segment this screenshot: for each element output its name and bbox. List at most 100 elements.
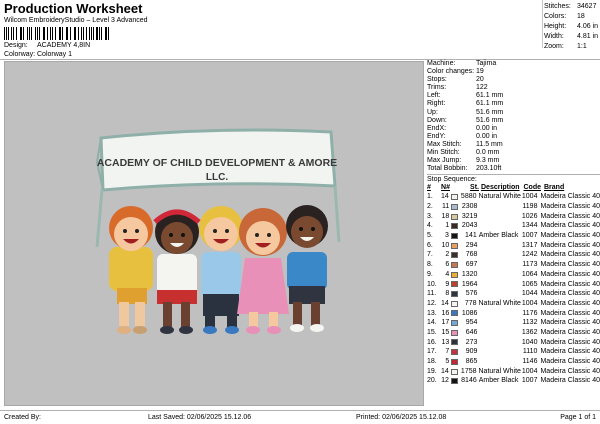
- machine-info-label: Machine:: [427, 60, 456, 67]
- thread-brand: Madeira Classic 40: [540, 261, 600, 269]
- stop-sequence-row: 10. 9 1964 1065 Madeira Classic 40: [427, 280, 600, 290]
- child-figure: [237, 208, 289, 334]
- stitch-count: 294: [465, 241, 478, 249]
- needle-number: 17: [441, 319, 450, 327]
- thread-brand: Madeira Classic 40: [540, 193, 600, 201]
- stat-label: Stitches:: [544, 3, 571, 10]
- stop-sequence-row: 15. 15 646 1362 Madeira Classic 40: [427, 328, 600, 338]
- thread-code: 1004: [521, 367, 538, 375]
- stitch-count: 8146: [461, 377, 477, 385]
- machine-info-row: EndY: 0.00 in: [427, 133, 600, 141]
- stitch-count: 1758: [460, 367, 477, 375]
- design-barcode: [4, 27, 112, 40]
- stat-width: Width: 4.81 in: [544, 32, 598, 42]
- machine-info-row: Trims: 122: [427, 84, 600, 92]
- worksheet-title: Production Worksheet: [4, 1, 143, 16]
- stitch-count: 273: [465, 338, 478, 346]
- last-saved: Last Saved: 02/06/2025 15.12.06: [148, 414, 252, 421]
- machine-info: Machine: Tajima Color changes: 19 Stops: 20 Tr…: [427, 60, 600, 173]
- thread-code: 1026: [521, 212, 538, 220]
- stat-value: 34627: [577, 3, 597, 10]
- stop-sequence-title: Stop Sequence:: [427, 174, 600, 183]
- stop-index: 2.: [427, 203, 433, 210]
- machine-info-row: Down: 51.6 mm: [427, 117, 600, 125]
- stop-index: 10.: [427, 280, 437, 288]
- needle-number: 13: [441, 338, 450, 346]
- stop-index: 11.: [427, 290, 437, 298]
- machine-info-row: Color changes: 19: [427, 68, 600, 76]
- stop-sequence-row: 8. 6 697 1173 Madeira Classic 40: [427, 260, 600, 270]
- machine-info-value: 11.5 mm: [476, 140, 503, 148]
- stitch-count: 865: [465, 358, 478, 365]
- thread-brand: Madeira Classic 40: [540, 377, 600, 385]
- col-description: Description: [481, 184, 520, 192]
- thread-description: Natural White: [478, 367, 521, 375]
- info-panel: Machine: Tajima Color changes: 19 Stops: 20 Tr…: [427, 60, 600, 386]
- design-value: ACADEMY 4,8IN: [37, 42, 91, 49]
- machine-info-label: Min Stitch:: [427, 149, 460, 157]
- machine-info-label: Trims:: [427, 84, 447, 92]
- stop-index: 7.: [427, 251, 433, 259]
- thread-description: Natural White: [478, 299, 521, 307]
- thread-code: 1362: [521, 328, 538, 336]
- machine-info-label: Up:: [427, 108, 438, 116]
- stop-sequence-header: # N# St. Description Code Brand: [427, 183, 600, 192]
- stats-panel: Stitches: 34627 Colors: 18 Height: 4.06 in …: [544, 2, 598, 52]
- needle-number: 8: [445, 290, 450, 298]
- stop-index: 12.: [427, 299, 437, 307]
- stop-index: 1.: [427, 193, 433, 201]
- col-code: Code: [523, 184, 542, 192]
- stitch-count: 1320: [461, 270, 478, 278]
- stop-index: 3.: [427, 212, 433, 220]
- needle-number: 14: [441, 193, 449, 201]
- machine-info-label: Max Jump:: [427, 157, 462, 165]
- color-swatch: [451, 223, 459, 230]
- machine-info-label: Stops:: [427, 76, 447, 84]
- color-swatch: [451, 320, 459, 327]
- page-number: Page 1 of 1: [560, 414, 596, 421]
- color-swatch: [451, 242, 459, 249]
- stitch-count: 1086: [461, 309, 478, 317]
- stop-index: 20.: [427, 377, 437, 385]
- stat-label: Colors:: [544, 13, 567, 20]
- needle-number: 10: [441, 241, 450, 249]
- stats-divider: [542, 0, 543, 48]
- stitch-count: 768: [465, 251, 478, 259]
- machine-info-label: Total Bobbin:: [427, 165, 468, 173]
- software-subtitle: Wilcom EmbroideryStudio – Level 3 Advanc…: [4, 17, 148, 24]
- thread-code: 1004: [521, 193, 538, 201]
- needle-number: 9: [445, 280, 450, 288]
- stop-index: 6.: [427, 241, 433, 249]
- machine-info-row: Left: 61.1 mm: [427, 92, 600, 100]
- thread-brand: Madeira Classic 40: [540, 348, 600, 356]
- stop-index: 14.: [427, 319, 437, 327]
- stop-sequence-row: 20. 12 8146 Amber Black 1007 Madeira Classic …: [427, 376, 600, 386]
- stitch-count: 2308: [461, 203, 478, 210]
- machine-info-label: Max Stitch:: [427, 140, 462, 148]
- stat-height: Height: 4.06 in: [544, 22, 598, 32]
- thread-code: 1173: [522, 261, 538, 269]
- colorway-label: Colorway:: [4, 51, 36, 58]
- thread-code: 1242: [521, 251, 538, 259]
- machine-info-row: Max Jump: 9.3 mm: [427, 157, 600, 165]
- stop-sequence-row: 7. 2 768 1242 Madeira Classic 40: [427, 250, 600, 260]
- created-by: Created By:: [4, 414, 41, 421]
- thread-code: 1044: [521, 290, 538, 298]
- thread-brand: Madeira Classic 40: [540, 338, 600, 346]
- thread-code: 1198: [522, 203, 538, 210]
- footer: Created By: Last Saved: 02/06/2025 15.12…: [0, 410, 600, 424]
- design-row: Design: ACADEMY 4,8IN: [4, 42, 90, 49]
- needle-number: 18: [441, 212, 450, 220]
- machine-info-row: EndX: 0.00 in: [427, 125, 600, 133]
- machine-info-label: Color changes:: [427, 68, 475, 76]
- machine-info-value: Tajima: [476, 60, 497, 67]
- stop-index: 13.: [427, 309, 437, 317]
- stop-sequence-row: 19. 14 1758 Natural White 1004 Madeira Classi…: [427, 367, 600, 377]
- stat-value: 18: [577, 13, 585, 20]
- thread-brand: Madeira Classic 40: [540, 212, 600, 220]
- color-swatch: [451, 281, 459, 288]
- needle-number: 7: [445, 348, 450, 356]
- color-swatch: [451, 291, 459, 298]
- stop-sequence-row: 14. 17 954 1132 Madeira Classic 40: [427, 318, 600, 328]
- child-figure: [199, 206, 243, 334]
